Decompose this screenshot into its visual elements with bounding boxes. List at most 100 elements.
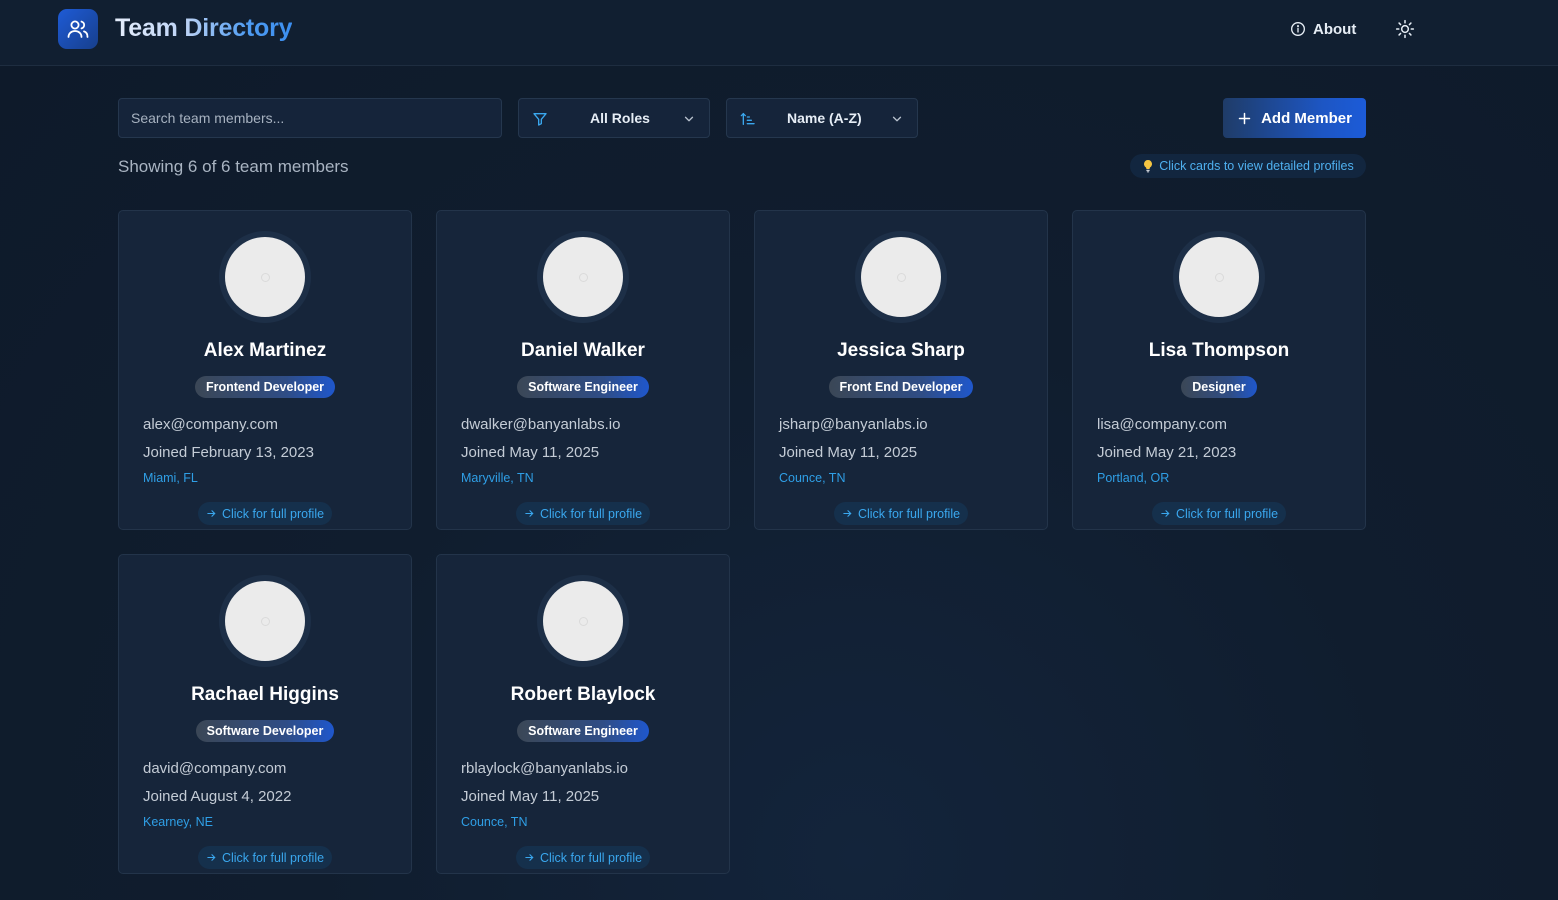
member-location: Counce, TN — [779, 471, 846, 485]
avatar — [1173, 231, 1265, 323]
avatar-dot — [260, 272, 270, 282]
full-profile-label: Click for full profile — [1175, 506, 1279, 521]
profile-link-wrap: Click for full profile — [119, 502, 411, 525]
avatar-dot — [260, 616, 270, 626]
full-profile-link[interactable]: Click for full profile — [833, 502, 969, 525]
role-badge-wrap: Frontend Developer — [119, 376, 411, 398]
search-input[interactable] — [118, 98, 502, 138]
profile-link-wrap: Click for full profile — [119, 846, 411, 869]
filter-icon — [532, 111, 548, 132]
arrow-right-icon — [525, 510, 534, 517]
full-profile-link[interactable]: Click for full profile — [1151, 502, 1287, 525]
profile-link-wrap: Click for full profile — [1073, 502, 1365, 525]
full-profile-label: Click for full profile — [857, 506, 961, 521]
member-name: Jessica Sharp — [837, 340, 965, 361]
profile-link-wrap: Click for full profile — [437, 502, 729, 525]
users-icon — [58, 9, 98, 49]
member-card[interactable]: Daniel Walker Software Engineer dwalker@… — [436, 210, 730, 530]
full-profile-label: Click for full profile — [221, 850, 325, 865]
role-badge: Software Developer — [195, 720, 335, 742]
avatar-placeholder — [1179, 237, 1259, 317]
member-joined: Joined February 13, 2023 — [143, 444, 314, 461]
avatar — [537, 231, 629, 323]
role-badge: Designer — [1181, 376, 1257, 398]
avatar — [537, 575, 629, 667]
arrow-right-icon — [843, 510, 852, 517]
avatar — [219, 575, 311, 667]
info-icon — [1291, 22, 1305, 36]
member-joined: Joined May 11, 2025 — [461, 788, 600, 805]
theme-toggle-button[interactable] — [1390, 14, 1420, 44]
avatar-placeholder — [543, 237, 623, 317]
role-badge-wrap: Software Developer — [119, 720, 411, 742]
avatar-placeholder — [861, 237, 941, 317]
plus-icon — [1238, 112, 1251, 124]
role-badge-wrap: Designer — [1073, 376, 1365, 398]
member-email: rblaylock@banyanlabs.io — [461, 760, 628, 777]
member-email: alex@company.com — [143, 416, 278, 433]
avatar — [219, 231, 311, 323]
results-count: Showing 6 of 6 team members — [118, 157, 349, 176]
member-email: lisa@company.com — [1097, 416, 1227, 433]
add-member-button[interactable]: Add Member — [1223, 98, 1366, 138]
member-name: Rachael Higgins — [191, 684, 339, 705]
full-profile-label: Click for full profile — [539, 850, 643, 865]
member-location: Kearney, NE — [143, 815, 213, 829]
profile-link-wrap: Click for full profile — [437, 846, 729, 869]
arrow-right-icon — [1161, 510, 1170, 517]
member-location: Portland, OR — [1097, 471, 1170, 485]
app-title: Team Directory — [115, 14, 293, 42]
chevron-down-icon — [682, 112, 696, 131]
full-profile-label: Click for full profile — [221, 506, 325, 521]
sort-ascending-icon — [740, 111, 756, 132]
avatar-placeholder — [543, 581, 623, 661]
avatar-placeholder — [225, 237, 305, 317]
chevron-down-icon — [890, 112, 904, 131]
avatar-dot — [578, 616, 588, 626]
full-profile-link[interactable]: Click for full profile — [197, 502, 333, 525]
avatar-dot — [1214, 272, 1224, 282]
member-name: Alex Martinez — [203, 340, 327, 361]
arrow-right-icon — [207, 854, 216, 861]
role-badge-wrap: Software Engineer — [437, 720, 729, 742]
add-member-label: Add Member — [1261, 109, 1352, 127]
sort-value: Name (A-Z) — [787, 110, 862, 126]
full-profile-link[interactable]: Click for full profile — [197, 846, 333, 869]
full-profile-label: Click for full profile — [539, 506, 643, 521]
role-filter-select[interactable]: All Roles — [518, 98, 710, 138]
member-email: dwalker@banyanlabs.io — [461, 416, 621, 433]
member-card[interactable]: Rachael Higgins Software Developer david… — [118, 554, 412, 874]
avatar-placeholder — [225, 581, 305, 661]
role-badge-wrap: Software Engineer — [437, 376, 729, 398]
member-joined: Joined May 11, 2025 — [779, 444, 918, 461]
member-name: Daniel Walker — [521, 340, 645, 361]
role-badge-wrap: Front End Developer — [755, 376, 1047, 398]
member-email: david@company.com — [143, 760, 287, 777]
member-card[interactable]: Robert Blaylock Software Engineer rblayl… — [436, 554, 730, 874]
sort-select[interactable]: Name (A-Z) — [726, 98, 918, 138]
about-button[interactable]: About — [1284, 14, 1362, 44]
full-profile-link[interactable]: Click for full profile — [515, 502, 651, 525]
avatar-dot — [896, 272, 906, 282]
member-location: Miami, FL — [143, 471, 198, 485]
hint-text: Click cards to view detailed profiles — [1159, 159, 1354, 173]
full-profile-link[interactable]: Click for full profile — [515, 846, 651, 869]
avatar — [855, 231, 947, 323]
member-joined: Joined May 11, 2025 — [461, 444, 600, 461]
arrow-right-icon — [207, 510, 216, 517]
app-header: Team Directory About — [0, 0, 1558, 66]
about-label: About — [1313, 20, 1357, 38]
member-joined: Joined August 4, 2022 — [143, 788, 292, 805]
role-badge: Front End Developer — [828, 376, 974, 398]
member-joined: Joined May 21, 2023 — [1097, 444, 1237, 461]
lightbulb-icon — [1144, 160, 1153, 173]
role-badge: Frontend Developer — [194, 376, 336, 398]
member-card[interactable]: Lisa Thompson Designer lisa@company.com … — [1072, 210, 1366, 530]
profile-link-wrap: Click for full profile — [755, 502, 1047, 525]
member-location: Counce, TN — [461, 815, 528, 829]
member-card[interactable]: Alex Martinez Frontend Developer alex@co… — [118, 210, 412, 530]
role-badge: Software Engineer — [517, 376, 649, 398]
member-name: Lisa Thompson — [1148, 340, 1290, 361]
arrow-right-icon — [525, 854, 534, 861]
member-card[interactable]: Jessica Sharp Front End Developer jsharp… — [754, 210, 1048, 530]
